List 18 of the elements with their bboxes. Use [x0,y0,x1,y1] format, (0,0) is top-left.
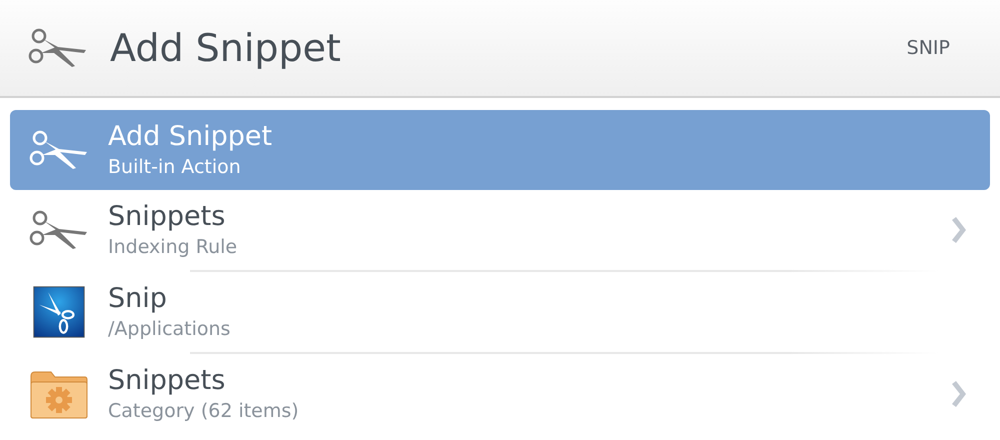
result-title: Snippets [108,364,226,398]
chevron-icon[interactable] [950,381,966,407]
result-item[interactable]: Snippets Indexing Rule [10,190,990,270]
result-subtitle: Built-in Action [108,155,242,180]
scissors-icon [28,26,88,70]
result-subtitle: /Applications [108,317,232,342]
result-title: Snippets [108,200,226,234]
result-title: Add Snippet [108,120,274,154]
chevron-icon[interactable] [950,217,966,243]
search-query[interactable]: SNIP [906,37,950,59]
result-title: Snip [108,282,168,316]
result-item[interactable]: Snippets Category (62 items) [10,354,990,434]
result-subtitle: Indexing Rule [108,235,238,260]
scissors-icon [29,128,89,172]
result-item[interactable]: Snip /Applications [10,272,990,352]
action-title: Add Snippet [110,26,342,70]
result-subtitle: Category (62 items) [108,399,300,424]
scissors-icon [29,208,89,252]
